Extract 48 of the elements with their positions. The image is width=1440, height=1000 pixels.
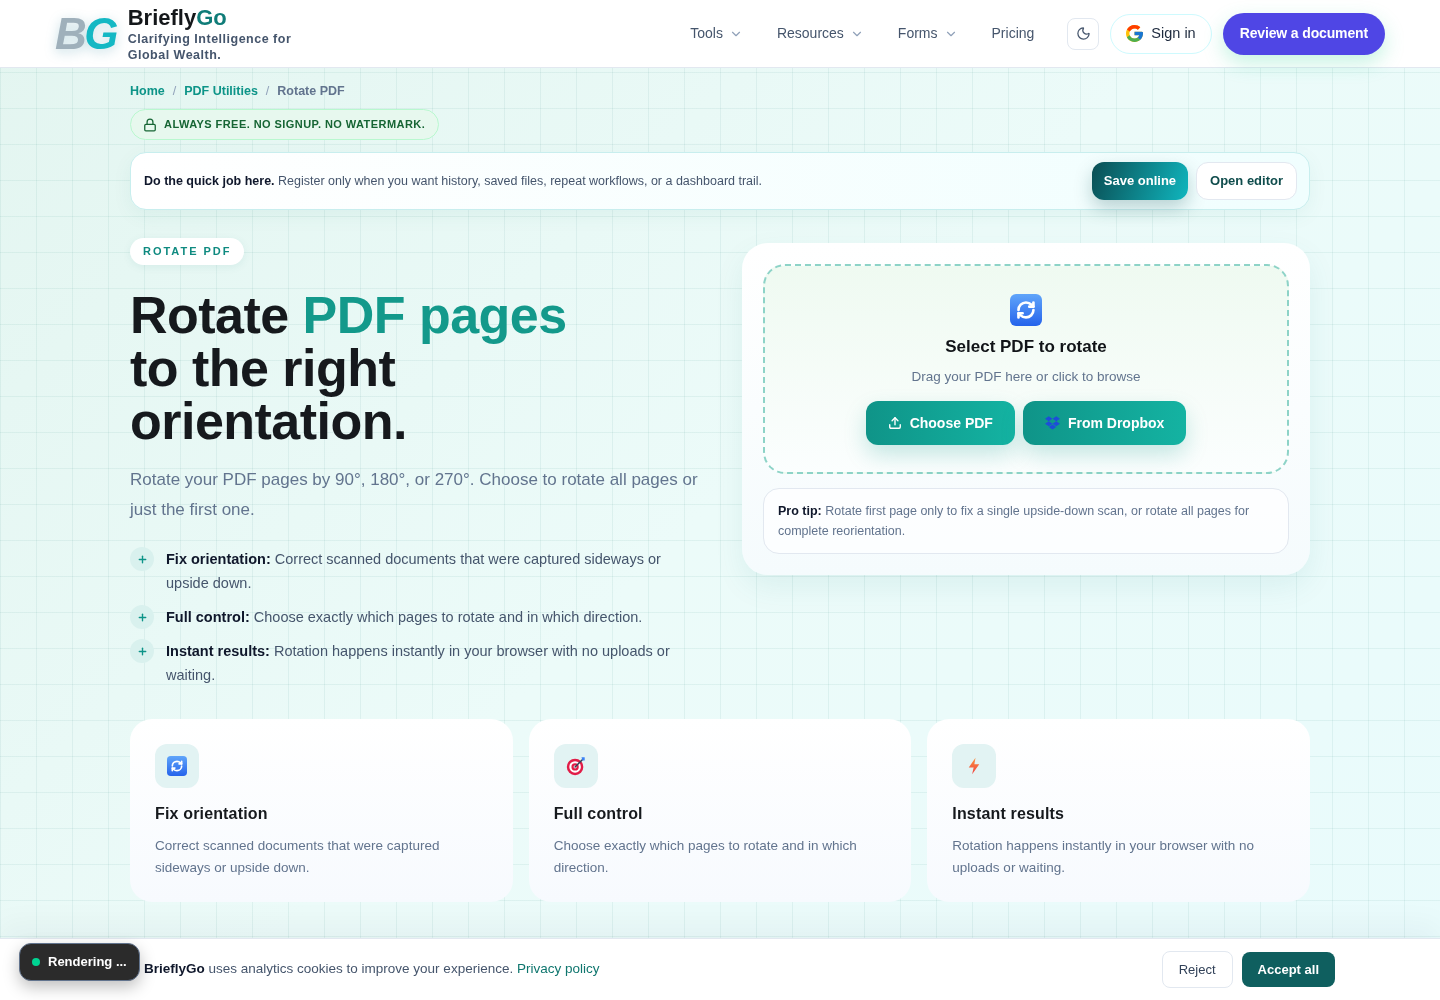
target-icon — [553, 744, 598, 788]
feature-point: Instant results: Rotation happens instantly in your browser with no uploads or waiting. — [166, 642, 671, 685]
nav-link[interactable]: Tools — [690, 23, 743, 44]
toast-text: Rendering ... — [48, 953, 127, 972]
section-tag: ROTATE PDF — [130, 238, 245, 265]
upload-icon — [887, 416, 902, 430]
plus-icon — [130, 605, 154, 629]
pro-tip: Pro tip: Rotate first page only to fix a single upside-down scan, or rotate all pages for complete reorientation. — [763, 488, 1289, 554]
quick-job-text: Do the quick job here. Register only when you want history, saved files, repeat workflows, or a dashboard trail. — [144, 172, 763, 190]
intro-text: Rotate your PDF pages by 90°, 180°, or 270°. Choose to rotate all pages or just the first one. — [130, 469, 699, 521]
feature-title: Full control — [553, 804, 644, 824]
feature-description: Rotation happens instantly in your browser with no uploads or waiting. — [952, 837, 1255, 877]
lightning-bolt-icon — [952, 744, 997, 788]
g-logo-icon — [1126, 25, 1144, 42]
notice-badge: ALWAYS FREE. NO SIGNUP. NO WATERMARK. — [130, 109, 440, 140]
reject-button[interactable]: Reject — [1161, 951, 1233, 988]
sign-in-button[interactable]: Sign in — [1110, 13, 1212, 54]
open-editor-button[interactable]: Open editor — [1196, 162, 1297, 200]
dropbox-icon — [1044, 416, 1060, 430]
feature-point: Full control: Choose exactly which pages to rotate and in which direction. — [166, 608, 644, 627]
cookie-notice: BrieflyGo uses analytics cookies to improve your experience. Privacy policy — [144, 960, 600, 979]
accept-all-button[interactable]: Accept all — [1241, 952, 1335, 987]
rotate-arrows-icon — [155, 744, 199, 788]
breadcrumb-separator: / — [172, 83, 177, 99]
feature-description: Choose exactly which pages to rotate and in which direction. — [553, 837, 858, 877]
breadcrumb-separator: / — [265, 83, 270, 99]
upload-hint: Drag your PDF here or click to browse — [911, 368, 1141, 386]
nav-link[interactable]: Pricing — [991, 23, 1035, 44]
rotate-arrows-icon — [1010, 294, 1042, 326]
breadcrumb-current: Rotate PDF — [277, 83, 345, 99]
feature-point: Fix orientation: Correct scanned documents that were captured sideways or upside down. — [166, 550, 662, 593]
page-heading: Rotate PDF pages to the right orientation. — [130, 289, 568, 448]
lock-icon — [143, 117, 157, 132]
privacy-policy-link[interactable]: Privacy policy — [516, 961, 600, 977]
brand-name: BrieflyGo — [127, 4, 228, 31]
feature-title: Fix orientation — [155, 804, 269, 824]
feature-description: Correct scanned documents that were captured sideways or upside down. — [155, 837, 441, 877]
moon-icon — [1075, 26, 1091, 41]
save-online-button[interactable]: Save online — [1091, 162, 1189, 200]
plus-icon — [130, 639, 154, 663]
nav-link[interactable]: Forms — [897, 23, 958, 44]
plus-icon — [130, 547, 154, 571]
feature-title: Instant results — [952, 804, 1066, 824]
nav-link[interactable]: Resources — [776, 23, 864, 44]
theme-toggle-button[interactable] — [1067, 17, 1100, 50]
review-document-button[interactable]: Review a document — [1222, 12, 1385, 55]
brand-tagline: Clarifying Intelligence for Global Wealth. — [127, 30, 293, 63]
upload-title: Select PDF to rotate — [945, 336, 1107, 358]
